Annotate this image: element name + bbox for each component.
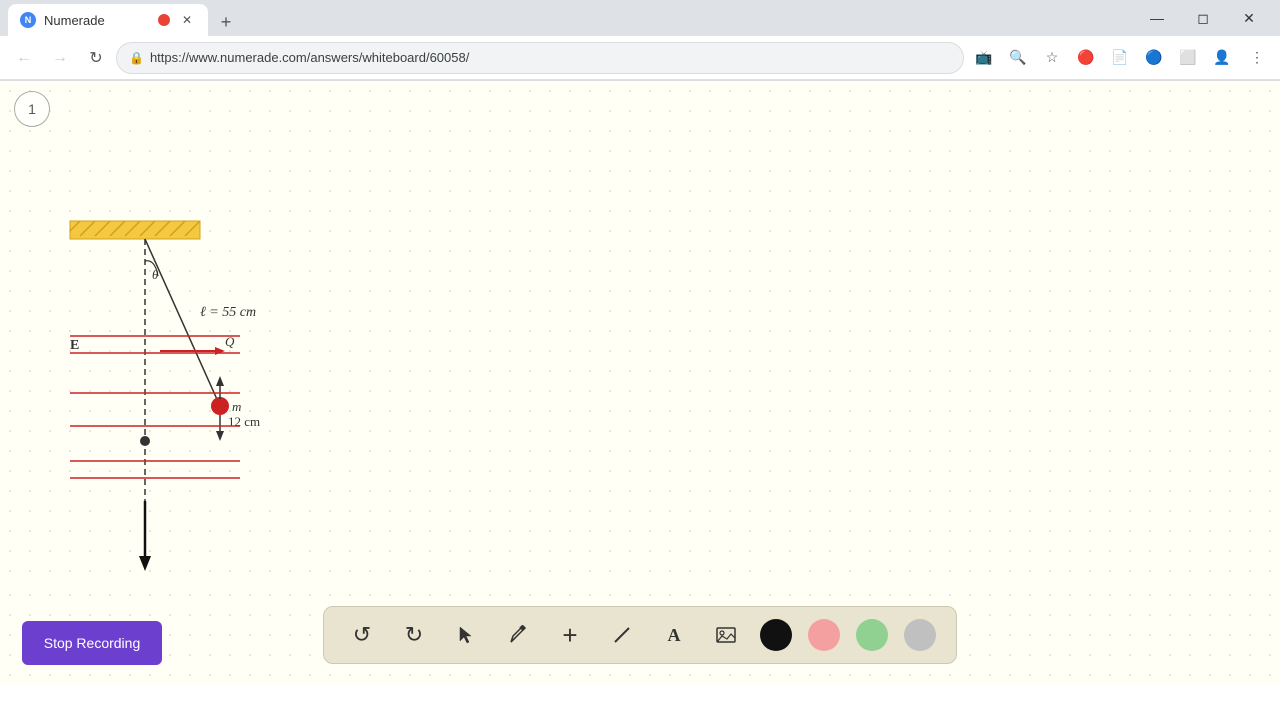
pen-tool-button[interactable] [500, 617, 536, 653]
cast-button[interactable]: 📺 [968, 42, 1000, 74]
force-arrowhead [215, 347, 225, 355]
pivot-point [140, 436, 150, 446]
tab-label: Numerade [44, 13, 150, 28]
title-bar: N Numerade ✕ + — ◻ ✕ [0, 0, 1280, 36]
color-pink[interactable] [808, 619, 840, 651]
browser-extensions: 📺 🔍 ☆ 🔴 📄 🔵 ⬜ 👤 ⋮ [968, 42, 1272, 74]
page-number: 1 [14, 91, 50, 127]
extension4-button[interactable]: ⬜ [1172, 42, 1204, 74]
minimize-button[interactable]: — [1134, 3, 1180, 33]
stop-recording-button[interactable]: Stop Recording [22, 621, 162, 665]
bookmark-button[interactable]: ☆ [1036, 42, 1068, 74]
pen-icon [508, 625, 528, 645]
charge-bob [211, 397, 229, 415]
eraser-icon [612, 625, 632, 645]
new-tab-button[interactable]: + [212, 8, 240, 36]
whiteboard-canvas[interactable]: 1 ℓ = 55 cm [0, 81, 1280, 585]
address-bar[interactable]: 🔒 https://www.numerade.com/answers/white… [116, 42, 964, 74]
lock-icon: 🔒 [129, 51, 144, 65]
extension2-button[interactable]: 📄 [1104, 42, 1136, 74]
menu-button[interactable]: ⋮ [1240, 42, 1272, 74]
distance-arrowhead-down [216, 431, 224, 441]
add-tool-button[interactable]: + [552, 617, 588, 653]
nav-bar: ← → ↻ 🔒 https://www.numerade.com/answers… [0, 36, 1280, 80]
back-button[interactable]: ← [8, 42, 40, 74]
recording-indicator [158, 14, 170, 26]
image-tool-button[interactable] [708, 617, 744, 653]
tab-close-button[interactable]: ✕ [178, 11, 196, 29]
gravity-arrowhead [139, 556, 151, 571]
theta-label: θ [152, 267, 159, 282]
tab-bar: N Numerade ✕ + — ◻ ✕ [8, 0, 1272, 36]
pendulum-string [145, 239, 220, 406]
browser-chrome: N Numerade ✕ + — ◻ ✕ ← → ↻ 🔒 https://www… [0, 0, 1280, 81]
eraser-tool-button[interactable] [604, 617, 640, 653]
cursor-icon [456, 625, 476, 645]
color-green[interactable] [856, 619, 888, 651]
redo-button[interactable]: ↻ [396, 617, 432, 653]
length-label: ℓ = 55 cm [200, 305, 256, 320]
toolbar: ↺ ↻ + A [323, 606, 957, 664]
extension1-button[interactable]: 🔴 [1070, 42, 1102, 74]
maximize-button[interactable]: ◻ [1180, 3, 1226, 33]
reload-button[interactable]: ↻ [80, 42, 112, 74]
ceiling-beam [70, 221, 200, 239]
bottom-area: Stop Recording ↺ ↻ + A [0, 585, 1280, 685]
undo-button[interactable]: ↺ [344, 617, 380, 653]
forward-button[interactable]: → [44, 42, 76, 74]
distance-arrowhead-up [216, 376, 224, 386]
url-text: https://www.numerade.com/answers/whitebo… [150, 50, 951, 65]
tab-favicon: N [20, 12, 36, 28]
diagram-svg: ℓ = 55 cm θ E Q m 12 cm [70, 221, 370, 585]
color-black[interactable] [760, 619, 792, 651]
Q-label: Q [225, 334, 235, 349]
close-window-button[interactable]: ✕ [1226, 3, 1272, 33]
physics-diagram: ℓ = 55 cm θ E Q m 12 cm [70, 221, 370, 585]
E-label: E [70, 338, 79, 353]
active-tab[interactable]: N Numerade ✕ [8, 4, 208, 36]
text-tool-button[interactable]: A [656, 617, 692, 653]
select-tool-button[interactable] [448, 617, 484, 653]
extension3-button[interactable]: 🔵 [1138, 42, 1170, 74]
m-label: m [232, 399, 241, 414]
search-button[interactable]: 🔍 [1002, 42, 1034, 74]
image-icon [715, 624, 737, 646]
color-gray[interactable] [904, 619, 936, 651]
profile-button[interactable]: 👤 [1206, 42, 1238, 74]
